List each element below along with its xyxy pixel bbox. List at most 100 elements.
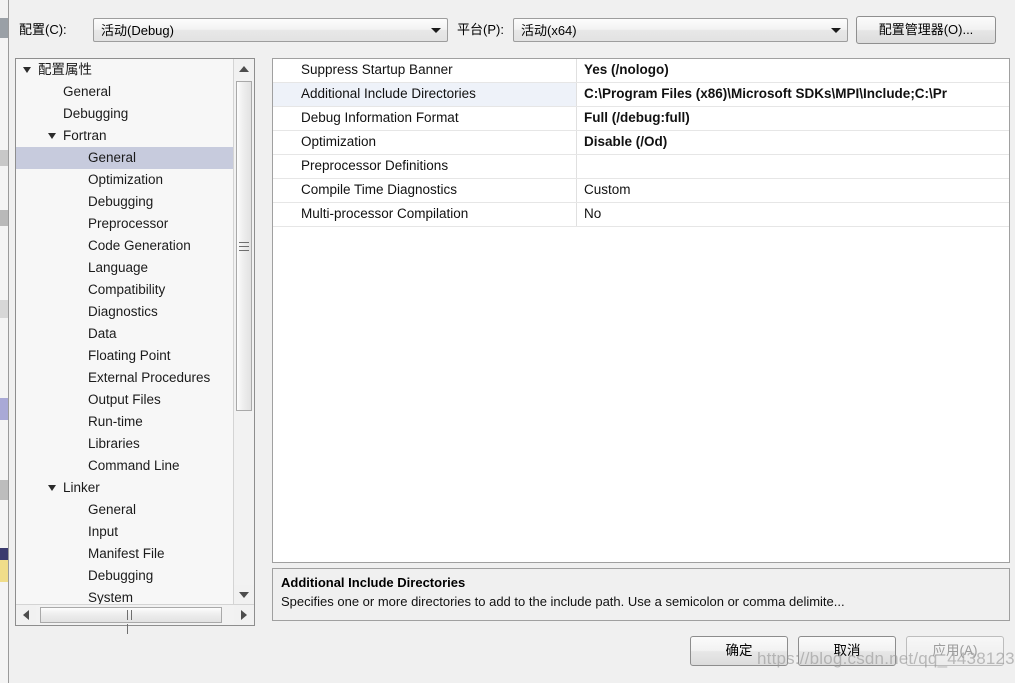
tree-item-spacer xyxy=(70,411,84,433)
property-name: Additional Include Directories xyxy=(273,83,577,106)
property-name: Compile Time Diagnostics xyxy=(273,179,577,202)
property-value[interactable]: Disable (/Od) xyxy=(578,131,1009,154)
property-row[interactable]: Compile Time Diagnostics Custom xyxy=(273,179,1009,203)
tree-item-label: External Procedures xyxy=(88,370,211,385)
tree-item-system[interactable]: System xyxy=(16,587,234,605)
property-row[interactable]: Debug Information Format Full (/debug:ful… xyxy=(273,107,1009,131)
tree-item-input[interactable]: Input xyxy=(16,521,234,543)
tree-item-general[interactable]: General xyxy=(16,147,234,169)
property-row[interactable]: Multi-processor Compilation No xyxy=(273,203,1009,227)
property-row[interactable]: Suppress Startup Banner Yes (/nologo) xyxy=(273,59,1009,83)
property-value[interactable]: Yes (/nologo) xyxy=(578,59,1009,82)
expander-triangle-icon xyxy=(20,59,34,81)
property-value[interactable] xyxy=(578,155,1009,178)
property-name: Multi-processor Compilation xyxy=(273,203,577,226)
tree-item-[interactable]: 配置属性 xyxy=(16,59,234,81)
tree-item-optimization[interactable]: Optimization xyxy=(16,169,234,191)
platform-combobox[interactable]: 活动(x64) xyxy=(513,18,848,42)
tree-horizontal-scroll-thumb[interactable] xyxy=(40,607,222,634)
platform-label: 平台(P): xyxy=(457,22,504,37)
tree-item-label: Input xyxy=(88,524,119,539)
tree-item-spacer xyxy=(70,323,84,345)
property-row[interactable]: Preprocessor Definitions xyxy=(273,155,1009,179)
tree-item-label: Fortran xyxy=(63,128,107,143)
tree-item-debugging[interactable]: Debugging xyxy=(16,103,234,125)
tree-item-debugging[interactable]: Debugging xyxy=(16,191,234,213)
chevron-down-icon[interactable] xyxy=(426,20,446,40)
tree-item-run-time[interactable]: Run-time xyxy=(16,411,234,433)
tree-item-label: Debugging xyxy=(88,568,154,583)
tree-item-spacer xyxy=(70,521,84,543)
tree-item-label: Floating Point xyxy=(88,348,171,363)
scroll-left-button[interactable] xyxy=(16,605,36,625)
tree-item-spacer xyxy=(70,191,84,213)
property-row[interactable]: Additional Include Directories C:\Program… xyxy=(273,83,1009,107)
tree-item-spacer xyxy=(70,455,84,477)
configuration-combobox-value: 活动(Debug) xyxy=(101,23,174,38)
scroll-right-button[interactable] xyxy=(234,605,254,625)
tree-item-spacer xyxy=(70,169,84,191)
ok-button[interactable]: 确定 xyxy=(690,636,788,666)
tree-item-label: Debugging xyxy=(88,194,154,209)
scroll-up-button[interactable] xyxy=(234,59,254,79)
tree-item-label: General xyxy=(88,150,137,165)
property-tree-panel: 配置属性 General Debugging Fortran General Optimi… xyxy=(15,58,255,634)
tree-item-label: Compatibility xyxy=(88,282,166,297)
property-value[interactable]: Custom xyxy=(578,179,1009,202)
tree-item-label: Code Generation xyxy=(88,238,191,253)
tree-item-linker[interactable]: Linker xyxy=(16,477,234,499)
expander-triangle-icon xyxy=(45,125,59,147)
platform-combobox-value: 活动(x64) xyxy=(521,23,577,38)
tree-vertical-scrollbar[interactable] xyxy=(233,59,254,605)
tree-item-label: Optimization xyxy=(88,172,164,187)
cancel-button[interactable]: 取消 xyxy=(798,636,896,666)
tree-item-spacer xyxy=(70,235,84,257)
configuration-manager-button[interactable]: 配置管理器(O)... xyxy=(856,16,996,44)
tree-item-diagnostics[interactable]: Diagnostics xyxy=(16,301,234,323)
tree-item-manifest-file[interactable]: Manifest File xyxy=(16,543,234,565)
tree-item-command-line[interactable]: Command Line xyxy=(16,455,234,477)
property-grid-rows: Suppress Startup Banner Yes (/nologo) Addi… xyxy=(273,59,1009,227)
tree-item-language[interactable]: Language xyxy=(16,257,234,279)
tree-item-code-generation[interactable]: Code Generation xyxy=(16,235,234,257)
tree-item-output-files[interactable]: Output Files xyxy=(16,389,234,411)
property-name: Optimization xyxy=(273,131,577,154)
tree-item-fortran[interactable]: Fortran xyxy=(16,125,234,147)
tree-item-external-procedures[interactable]: External Procedures xyxy=(16,367,234,389)
tree-item-libraries[interactable]: Libraries xyxy=(16,433,234,455)
tree-item-floating-point[interactable]: Floating Point xyxy=(16,345,234,367)
property-tree[interactable]: 配置属性 General Debugging Fortran General Optimi… xyxy=(16,59,234,605)
configuration-combobox[interactable]: 活动(Debug) xyxy=(93,18,448,42)
description-text: Specifies one or more directories to add… xyxy=(281,594,845,609)
chevron-down-icon[interactable] xyxy=(826,20,846,40)
tree-item-general[interactable]: General xyxy=(16,499,234,521)
tree-item-spacer xyxy=(70,433,84,455)
tree-item-spacer xyxy=(70,257,84,279)
tree-item-label: Diagnostics xyxy=(88,304,158,319)
tree-item-spacer xyxy=(70,301,84,323)
property-value[interactable]: C:\Program Files (x86)\Microsoft SDKs\MP… xyxy=(578,83,1009,106)
scroll-down-button[interactable] xyxy=(234,585,254,605)
tree-item-compatibility[interactable]: Compatibility xyxy=(16,279,234,301)
dialog-button-row: 确定 取消 应用(A) xyxy=(9,636,1015,668)
property-grid[interactable]: Suppress Startup Banner Yes (/nologo) Addi… xyxy=(272,58,1010,563)
tree-vertical-scroll-thumb[interactable] xyxy=(236,81,252,411)
tree-item-label: General xyxy=(88,502,137,517)
tree-item-label: Libraries xyxy=(88,436,140,451)
tree-item-label: Data xyxy=(88,326,117,341)
property-row[interactable]: Optimization Disable (/Od) xyxy=(273,131,1009,155)
tree-item-label: Manifest File xyxy=(88,546,165,561)
tree-item-label: Run-time xyxy=(88,414,143,429)
tree-item-spacer xyxy=(70,565,84,587)
tree-item-general[interactable]: General xyxy=(16,81,234,103)
tree-item-debugging[interactable]: Debugging xyxy=(16,565,234,587)
grip-icon xyxy=(239,242,249,251)
property-value[interactable]: No xyxy=(578,203,1009,226)
tree-item-label: Debugging xyxy=(63,106,129,121)
tree-horizontal-scrollbar[interactable] xyxy=(16,604,254,634)
configuration-bar: 配置(C): 活动(Debug) 平台(P): 活动(x64) 配置管理器(O)… xyxy=(9,16,1015,54)
tree-item-preprocessor[interactable]: Preprocessor xyxy=(16,213,234,235)
tree-item-data[interactable]: Data xyxy=(16,323,234,345)
tree-item-spacer xyxy=(45,81,59,103)
property-value[interactable]: Full (/debug:full) xyxy=(578,107,1009,130)
